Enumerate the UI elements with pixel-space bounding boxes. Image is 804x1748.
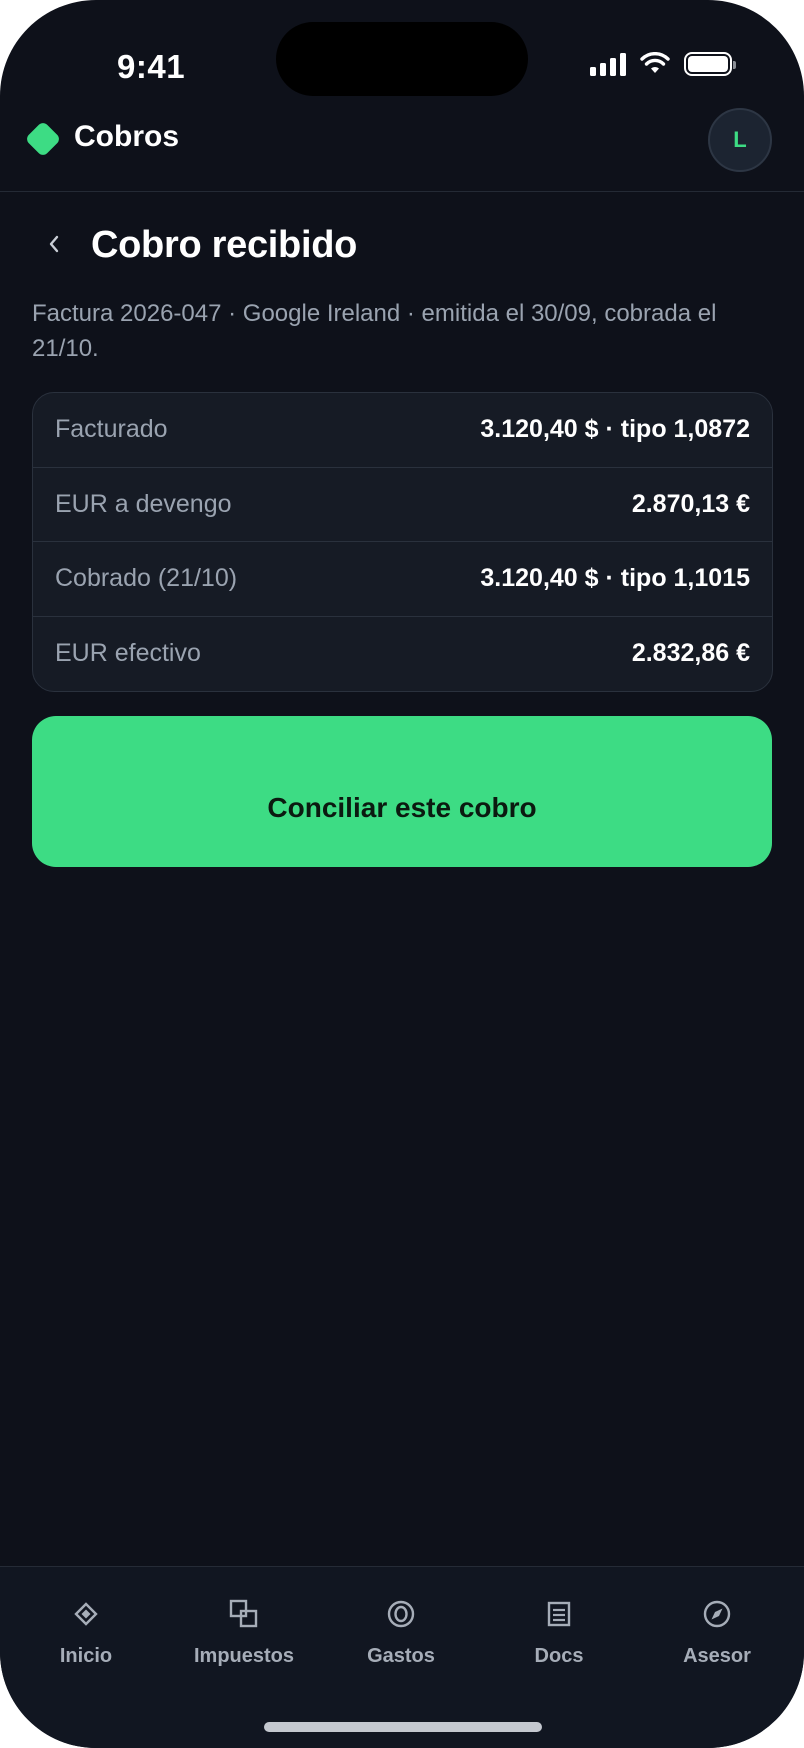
detail-row-cobrado: Cobrado (21/10) 3.120,40 $ · tipo 1,1015 xyxy=(33,542,772,617)
phone-screen: 9:41 Cobros L Cobro recibido Factura 202… xyxy=(0,0,804,1748)
diamond-icon xyxy=(69,1597,103,1631)
back-button[interactable] xyxy=(36,226,72,262)
detail-row-eur-efectivo: EUR efectivo 2.832,86 € xyxy=(33,617,772,692)
nav-item-asesor[interactable]: Asesor xyxy=(642,1597,792,1677)
avatar[interactable]: L xyxy=(708,108,772,172)
document-icon xyxy=(542,1597,576,1631)
page-title: Cobro recibido xyxy=(91,224,358,266)
reconcile-payment-button[interactable]: Conciliar este cobro xyxy=(32,716,772,867)
app-title: Cobros xyxy=(74,120,179,153)
payment-details-card: Facturado 3.120,40 $ · tipo 1,0872 EUR a… xyxy=(32,392,773,692)
nav-label: Docs xyxy=(534,1645,584,1667)
nav-label: Impuestos xyxy=(193,1645,295,1667)
nav-label: Asesor xyxy=(683,1645,751,1667)
detail-value: 3.120,40 $ · tipo 1,1015 xyxy=(480,564,750,593)
detail-value: 2.832,86 € xyxy=(631,639,750,668)
chevron-left-icon xyxy=(49,235,59,253)
wifi-icon xyxy=(640,52,670,73)
detail-label: EUR a devengo xyxy=(55,489,232,518)
brand-logo-icon xyxy=(24,120,62,158)
avatar-initial: L xyxy=(733,127,747,152)
page-subtitle: Factura 2026-047 · Google Ireland · emit… xyxy=(32,300,717,362)
dynamic-island xyxy=(276,22,528,96)
nav-label: Inicio xyxy=(59,1645,113,1667)
detail-label: Facturado xyxy=(55,415,168,444)
detail-value: 3.120,40 $ · tipo 1,0872 xyxy=(480,415,750,444)
app-bar: Cobros L xyxy=(0,96,804,192)
nav-item-docs[interactable]: Docs xyxy=(484,1597,634,1677)
detail-row-eur-devengo: EUR a devengo 2.870,13 € xyxy=(33,468,772,542)
status-time: 9:41 xyxy=(117,48,186,85)
status-icons xyxy=(590,52,736,76)
home-indicator[interactable] xyxy=(264,1722,542,1732)
nav-item-gastos[interactable]: Gastos xyxy=(326,1597,476,1677)
nav-label: Gastos xyxy=(367,1645,435,1667)
detail-label: Cobrado (21/10) xyxy=(55,564,238,593)
cellular-signal-icon xyxy=(590,52,626,76)
compass-icon xyxy=(700,1597,734,1631)
coin-icon xyxy=(384,1597,418,1631)
squares-icon xyxy=(227,1597,261,1631)
detail-value: 2.870,13 € xyxy=(631,489,750,518)
nav-item-inicio[interactable]: Inicio xyxy=(11,1597,161,1677)
bottom-navigation: Inicio Impuestos Gastos Docs Asesor xyxy=(0,1566,804,1748)
nav-item-impuestos[interactable]: Impuestos xyxy=(169,1597,319,1677)
detail-row-facturado: Facturado 3.120,40 $ · tipo 1,0872 xyxy=(33,393,772,468)
battery-icon xyxy=(684,52,736,76)
detail-label: EUR efectivo xyxy=(55,639,201,668)
